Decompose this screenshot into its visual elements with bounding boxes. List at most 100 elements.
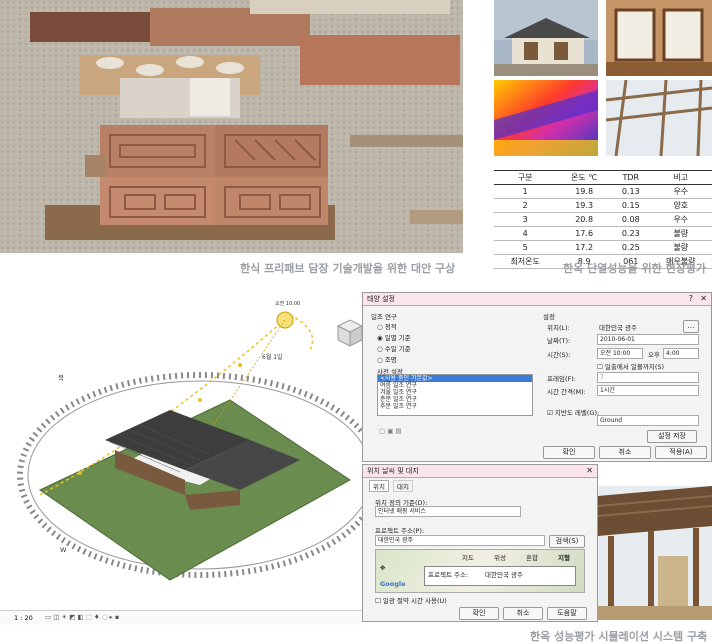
compass-north-label: 북 <box>58 374 64 382</box>
close-icon[interactable]: ✕ <box>700 294 707 303</box>
hanok-exterior-photo <box>494 0 598 76</box>
radio-still[interactable]: ○ 정적 <box>377 321 397 331</box>
map-view[interactable]: 지도 위성 혼합 지형 ✥ 프로젝트 주소: 대한민국 광주 Google <box>375 549 585 593</box>
map-tab-map[interactable]: 지도 <box>462 552 474 562</box>
search-button[interactable]: 검색(S) <box>549 535 585 548</box>
basis-select[interactable]: 인터넷 매핑 서비스 <box>375 506 521 517</box>
tdr-cell: 0.15 <box>611 198 650 213</box>
ground-checkbox[interactable]: ☑ 지반도 레벨(G): <box>547 407 599 417</box>
tdr-cell: 19.8 <box>556 184 612 199</box>
frame-field[interactable]: 7 <box>597 372 699 383</box>
interval-select[interactable]: 1시간 <box>597 385 699 396</box>
time-to-label: 오후 <box>648 351 660 359</box>
interval-label: 시간 간격(M): <box>547 388 586 396</box>
table-row: 2 19.3 0.15 양호 <box>494 198 712 213</box>
frame-label: 프레임(F): <box>547 375 576 383</box>
tdr-cell: 17.2 <box>556 240 612 255</box>
hanok-render-image <box>598 486 712 620</box>
caption-insulation: 한옥 단열성능을 위한 현장평가 <box>563 262 707 275</box>
sunrise-checkbox[interactable]: ☐ 일출에서 일몰까지(S) <box>597 361 664 371</box>
cancel-button[interactable]: 취소 <box>599 446 651 459</box>
map-pan-icon[interactable]: ✥ <box>380 564 385 572</box>
address-input[interactable]: 대한민국 광주 <box>375 535 545 546</box>
tdr-cell: 4 <box>494 226 557 241</box>
tdr-cell: 우수 <box>649 184 712 199</box>
apply-button[interactable]: 적용(A) <box>655 446 707 459</box>
presets-list[interactable]: <사용 중인 기본값> 여름 일조 연구 겨울 일조 연구 춘분 일조 연구 추… <box>377 374 533 416</box>
tdr-cell: 0.08 <box>611 212 650 227</box>
ok-button[interactable]: 확인 <box>543 446 595 459</box>
tdr-cell: 0.25 <box>611 240 650 255</box>
dialog-title: 태양 설정 <box>363 293 711 306</box>
tdr-cell: 1 <box>494 184 557 199</box>
radio-multi-day[interactable]: ○ 수일 기준 <box>377 343 411 353</box>
table-row: 1 19.8 0.13 우수 <box>494 184 712 199</box>
scale-label: 1 : 20 <box>14 614 33 622</box>
map-address-value: 대한민국 광주 <box>485 571 523 579</box>
google-logo: Google <box>380 580 406 588</box>
study-group-title: 일조 연구 <box>371 313 397 321</box>
tdr-table: 구분 온도 ℃ TDR 비고 1 19.8 0.13 우수 2 19.3 0.15 양호 3… <box>494 170 712 269</box>
map-address-label: 프로젝트 주소: <box>428 571 469 579</box>
location-value: 대한민국 광주 <box>599 324 637 332</box>
tdr-cell: 0.23 <box>611 226 650 241</box>
tab-site[interactable]: 대지 <box>393 480 413 492</box>
tdr-header-cell: 온도 ℃ <box>556 170 612 185</box>
tdr-cell: 불량 <box>649 226 712 241</box>
list-item[interactable]: 겨울 일조 연구 <box>378 389 532 396</box>
close-icon[interactable]: ✕ <box>586 466 593 475</box>
date-label: 날짜(T): <box>547 337 571 345</box>
ok-button[interactable]: 확인 <box>459 607 499 620</box>
location-label: 위치(L): <box>547 324 570 332</box>
save-settings-button[interactable]: 설정 저장 <box>647 430 697 443</box>
sun-settings-dialog: 태양 설정 ? ✕ 일조 연구 ○ 정적 ◉ 일별 기준 ○ 수일 기준 ○ 조… <box>362 292 712 462</box>
dst-checkbox[interactable]: ☐ 일광 절약 시간 사용(U) <box>375 595 447 605</box>
time-start-field[interactable]: 오전 10:00 <box>597 348 643 359</box>
list-item[interactable]: 추분 일조 연구 <box>378 403 532 410</box>
tdr-cell: 5 <box>494 240 557 255</box>
tdr-cell: 0.13 <box>611 184 650 199</box>
tdr-cell: 19.3 <box>556 198 612 213</box>
view-control-bar: 1 : 20 ▭ ◫ ☀ ◩ ◧ ⬚ ♦ ◌ ▸ ▪ <box>0 610 362 625</box>
tdr-header-cell: 비고 <box>649 170 712 185</box>
caption-prefab-wall: 한식 프리패브 담장 기술개발을 위한 대안 구상 <box>240 262 456 275</box>
tdr-header-cell: 구분 <box>494 170 557 185</box>
list-item[interactable]: <사용 중인 기본값> <box>378 375 532 382</box>
location-browse-button[interactable]: … <box>683 320 699 333</box>
map-tab-terrain[interactable]: 지형 <box>558 552 570 562</box>
map-tab-hybrid[interactable]: 혼합 <box>526 552 538 562</box>
address-label: 프로젝트 주소(P): <box>375 527 425 535</box>
hanok-interior-photo <box>606 0 712 76</box>
date-field[interactable]: 2010-06-01 <box>597 334 699 345</box>
cancel-button[interactable]: 취소 <box>503 607 543 620</box>
hanok-roof-interior-photo <box>606 80 712 156</box>
table-row: 3 20.8 0.08 우수 <box>494 212 712 227</box>
caption-simulation: 한옥 성능평가 시뮬레이션 시스템 구축 <box>530 630 708 643</box>
prefab-wall-photo <box>0 0 463 253</box>
tdr-cell: 최저온도 <box>494 254 557 269</box>
radio-lighting[interactable]: ○ 조명 <box>377 354 397 364</box>
help-icon[interactable]: ? <box>689 294 693 303</box>
tdr-table-header: 구분 온도 ℃ TDR 비고 <box>494 170 712 185</box>
tdr-cell: 2 <box>494 198 557 213</box>
view-control-icons[interactable]: ▭ ◫ ☀ ◩ ◧ ⬚ ♦ ◌ ▸ ▪ <box>45 613 119 621</box>
sun-time-label: 오전 10:00 <box>275 301 301 307</box>
time-label: 시간(S): <box>547 351 571 359</box>
help-button[interactable]: 도움말 <box>547 607 587 620</box>
list-item[interactable]: 여름 일조 연구 <box>378 382 532 389</box>
table-row: 5 17.2 0.25 불량 <box>494 240 712 255</box>
preset-action-icons[interactable]: ▢ ▣ ▤ <box>379 427 402 435</box>
list-item[interactable]: 춘분 일조 연구 <box>378 396 532 403</box>
time-end-field[interactable]: 4:00 <box>663 348 699 359</box>
ground-select[interactable]: Ground <box>597 415 699 426</box>
tdr-cell: 20.8 <box>556 212 612 227</box>
revit-viewport[interactable]: 오전 10:00 6월 1일 북 W 1 : 20 ▭ ◫ ☀ ◩ ◧ ⬚ ♦ … <box>0 290 383 626</box>
tdr-cell: 3 <box>494 212 557 227</box>
tab-location[interactable]: 위치 <box>369 480 389 492</box>
radio-single-day[interactable]: ◉ 일별 기준 <box>377 332 411 342</box>
sun-date-label: 6월 1일 <box>262 354 283 361</box>
tdr-cell: 17.6 <box>556 226 612 241</box>
map-tab-satellite[interactable]: 위성 <box>494 552 506 562</box>
tdr-cell: 우수 <box>649 212 712 227</box>
compass-west-label: W <box>60 546 67 554</box>
